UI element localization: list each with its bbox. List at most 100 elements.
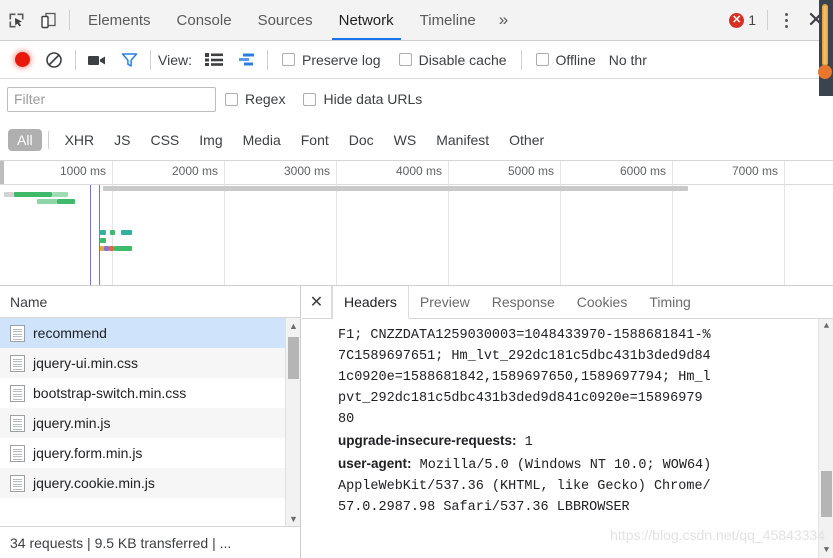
request-column-header[interactable]: Name — [0, 286, 300, 318]
request-row[interactable]: recommend — [0, 318, 300, 348]
request-name: jquery.form.min.js — [33, 445, 143, 461]
disable-cache-checkbox[interactable]: Disable cache — [390, 52, 516, 68]
tab-elements[interactable]: Elements — [75, 0, 164, 40]
request-rows: recommend jquery-ui.min.css bootstrap-swit… — [0, 318, 300, 526]
overview-request-bar — [57, 199, 75, 204]
overview-gridline — [784, 161, 785, 285]
record-button[interactable] — [6, 44, 38, 76]
request-name: jquery.cookie.min.js — [33, 475, 155, 491]
network-overview[interactable]: 1000 ms 2000 ms 3000 ms 4000 ms 5000 ms 6000 … — [0, 161, 833, 286]
overview-request-bar — [52, 192, 68, 197]
overview-request-bar — [100, 230, 106, 235]
details-tab-response[interactable]: Response — [481, 286, 566, 318]
request-scroll-up-icon[interactable]: ▲ — [286, 318, 300, 333]
request-row[interactable]: bootstrap-switch.min.css — [0, 378, 300, 408]
toolbar-divider-2 — [75, 49, 76, 70]
request-summary: 34 requests | 9.5 KB transferred | ... — [10, 534, 232, 551]
type-filter-js[interactable]: JS — [105, 129, 139, 151]
details-tabbar: ✕ Headers Preview Response Cookies Timin… — [302, 286, 833, 319]
regex-label: Regex — [245, 91, 286, 107]
regex-box — [225, 92, 238, 106]
record-icon — [14, 52, 30, 67]
more-options-icon[interactable] — [773, 12, 799, 28]
header-line: 7C1589697651; Hm_lvt_292dc181c5dbc431b3d… — [338, 349, 711, 364]
offline-checkbox[interactable]: Offline — [527, 52, 605, 68]
tabbar-divider-right — [767, 10, 768, 30]
tab-sources[interactable]: Sources — [245, 0, 326, 40]
request-list-scrollbar[interactable]: ▲ ▼ — [285, 318, 300, 526]
toolbar-divider-5 — [520, 49, 522, 70]
device-toolbar-icon[interactable] — [32, 4, 64, 36]
overview-event-line — [90, 185, 91, 285]
column-name-label: Name — [10, 293, 48, 310]
tab-timeline-label: Timeline — [419, 11, 476, 29]
tab-console[interactable]: Console — [164, 0, 245, 40]
details-tab-headers[interactable]: Headers — [332, 286, 409, 319]
type-filter-media[interactable]: Media — [234, 129, 290, 151]
request-list-panel: Name recommend jquery-ui.min.css bootstrap… — [0, 286, 301, 558]
overview-request-bar — [100, 238, 106, 243]
clear-button[interactable] — [38, 44, 70, 76]
more-tabs-icon[interactable]: » — [489, 10, 518, 30]
tab-console-label: Console — [176, 11, 232, 29]
type-filter-all[interactable]: All — [8, 128, 42, 151]
request-row[interactable]: jquery.form.min.js — [0, 438, 300, 468]
view-label: View: — [158, 51, 192, 68]
details-tab-preview[interactable]: Preview — [409, 286, 481, 318]
error-badge[interactable]: ✕ 1 — [723, 12, 762, 28]
disable-cache-box — [398, 53, 412, 66]
request-name: jquery.min.js — [33, 415, 111, 431]
capture-screenshots-icon[interactable] — [81, 44, 113, 76]
request-row[interactable]: jquery.cookie.min.js — [0, 468, 300, 498]
overview-gridline — [560, 161, 561, 285]
details-scroll-up-icon[interactable]: ▲ — [819, 319, 833, 334]
type-filter-css[interactable]: CSS — [141, 129, 188, 151]
tab-timeline[interactable]: Timeline — [407, 0, 489, 40]
header-line: upgrade-insecure-requests: 1 — [338, 433, 533, 450]
type-filter-font[interactable]: Font — [292, 129, 338, 151]
details-tab-timing[interactable]: Timing — [638, 286, 702, 318]
details-scroll-thumb[interactable] — [821, 471, 832, 517]
throttling-dropdown[interactable]: No thr — [605, 52, 647, 68]
preserve-log-checkbox[interactable]: Preserve log — [273, 52, 390, 68]
regex-checkbox[interactable]: Regex — [216, 91, 294, 107]
request-row[interactable]: jquery.min.js — [0, 408, 300, 438]
document-icon — [10, 414, 25, 432]
offline-label: Offline — [555, 51, 596, 68]
list-view-icon[interactable] — [198, 44, 230, 76]
tab-network[interactable]: Network — [326, 0, 407, 40]
error-icon: ✕ — [729, 12, 745, 28]
type-filter-doc[interactable]: Doc — [340, 129, 383, 151]
toolbar-divider-3 — [150, 49, 151, 70]
filter-icon[interactable] — [113, 44, 145, 76]
waterfall-view-icon[interactable] — [230, 44, 262, 76]
overview-header-rule — [0, 184, 833, 185]
hide-data-urls-checkbox[interactable]: Hide data URLs — [294, 91, 431, 107]
type-filter-ws[interactable]: WS — [385, 129, 426, 151]
details-tab-cookies[interactable]: Cookies — [566, 286, 639, 318]
hide-data-urls-box — [303, 92, 317, 106]
type-filter-other[interactable]: Other — [500, 129, 553, 151]
close-details-icon[interactable]: ✕ — [302, 286, 332, 318]
request-name: recommend — [33, 325, 107, 341]
type-filter-xhr[interactable]: XHR — [56, 129, 104, 151]
overview-request-bar — [110, 230, 115, 235]
details-scrollbar[interactable]: ▲ ▼ — [818, 319, 833, 558]
overview-gridline — [448, 161, 449, 285]
overview-tick-label: 3000 ms — [283, 164, 330, 178]
request-scroll-down-icon[interactable]: ▼ — [286, 511, 300, 526]
type-filter-img[interactable]: Img — [190, 129, 231, 151]
filter-input[interactable] — [7, 86, 216, 112]
preserve-log-label: Preserve log — [301, 51, 381, 68]
inspect-element-icon[interactable] — [0, 4, 32, 36]
overview-tick-label: 1000 ms — [59, 164, 106, 178]
request-row[interactable]: jquery-ui.min.css — [0, 348, 300, 378]
type-filter-manifest[interactable]: Manifest — [427, 129, 498, 151]
request-scroll-thumb[interactable] — [288, 337, 299, 379]
overview-request-bar — [103, 186, 688, 191]
overview-tick-label: 4000 ms — [395, 164, 442, 178]
request-name: bootstrap-switch.min.css — [33, 385, 187, 401]
overview-request-bar — [114, 246, 132, 251]
type-filter-divider — [47, 130, 49, 149]
overview-tick-label: 6000 ms — [619, 164, 666, 178]
